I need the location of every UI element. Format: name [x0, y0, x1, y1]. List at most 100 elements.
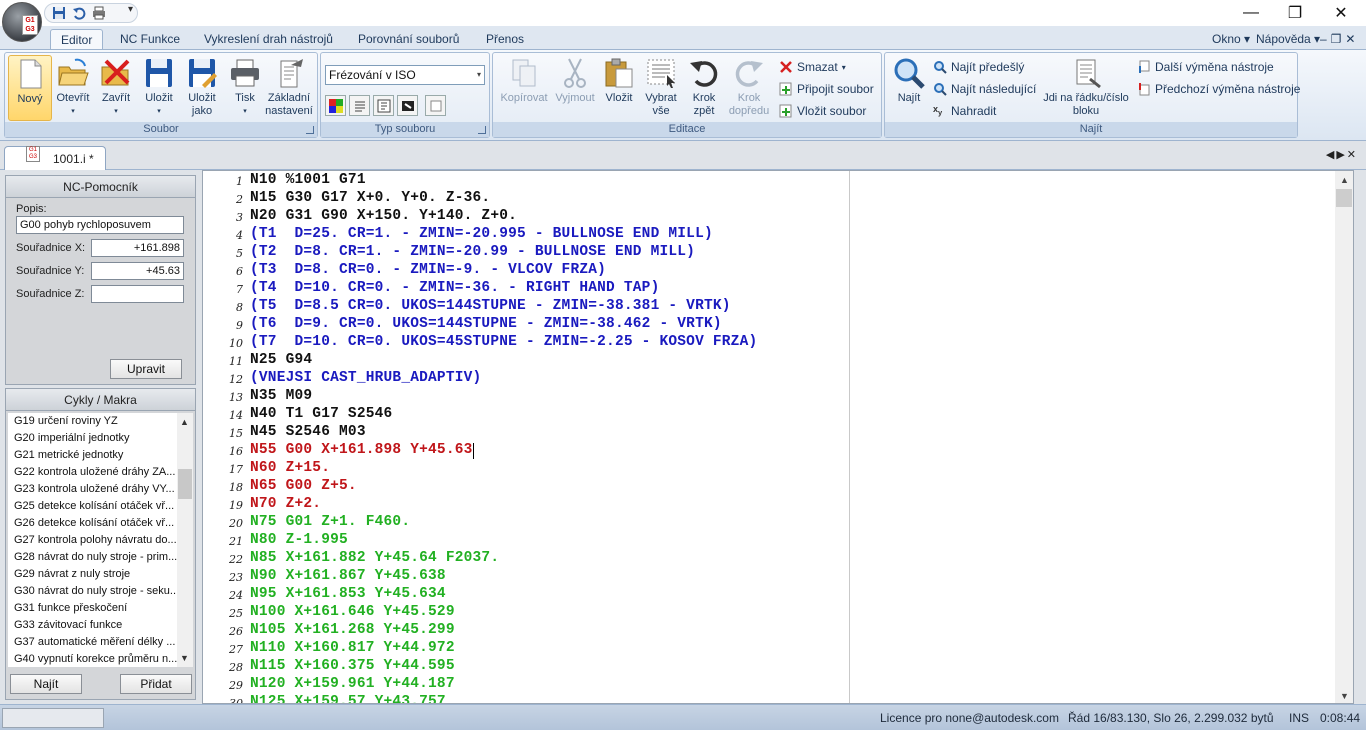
code-line[interactable]: (T1 D=25. CR=1. - ZMIN=-20.995 - BULLNOS…: [250, 226, 713, 242]
najit-nasledujici-button[interactable]: Najít následující: [933, 79, 1036, 99]
najit-makro-button[interactable]: Najít: [10, 674, 82, 694]
application-menu-button[interactable]: G1 G3: [2, 2, 42, 42]
popis-field[interactable]: G00 pohyb rychloposuvem: [16, 216, 184, 234]
krok-dopredu-button[interactable]: Krok dopředu: [725, 55, 773, 121]
okno-menu[interactable]: Okno ▾: [1212, 32, 1250, 46]
najit-predesly-button[interactable]: Najít předešlý: [933, 57, 1024, 77]
code-line[interactable]: N55 G00 X+161.898 Y+45.63: [250, 442, 473, 458]
list-item[interactable]: G21 metrické jednotky: [8, 447, 180, 464]
scroll-down-icon[interactable]: ▼: [180, 653, 189, 663]
settings-icon[interactable]: [425, 95, 446, 116]
list-item[interactable]: G25 detekce kolísání otáček vř...: [8, 498, 180, 515]
predchozi-vymena-button[interactable]: Předchozí výměna nástroje: [1137, 79, 1300, 99]
typ-souboru-dialog-launcher[interactable]: [478, 126, 486, 134]
cycles-list[interactable]: G19 určení roviny YZ G20 imperiální jedn…: [8, 413, 180, 667]
code-line[interactable]: (T5 D=8.5 CR=0. UKOS=144STUPNE - ZMIN=-3…: [250, 298, 731, 314]
list-item[interactable]: G33 závitovací funkce: [8, 617, 180, 634]
machine-icon[interactable]: [397, 95, 418, 116]
code-line[interactable]: N105 X+161.268 Y+45.299: [250, 622, 455, 638]
jdi-na-radku-button[interactable]: Jdi na řádku/číslo bloku: [1039, 55, 1133, 121]
code-line[interactable]: N95 X+161.853 Y+45.634: [250, 586, 446, 602]
x-field[interactable]: +161.898: [91, 239, 184, 257]
dalsi-vymena-button[interactable]: Další výměna nástroje: [1137, 57, 1274, 77]
code-line[interactable]: N75 G01 Z+1. F460.: [250, 514, 410, 530]
napoveda-menu[interactable]: Nápověda ▾: [1256, 32, 1320, 46]
otevrit-button[interactable]: Otevřít ▾: [51, 55, 95, 121]
tab-porovnani[interactable]: Porovnání souborů: [348, 29, 469, 50]
list-item[interactable]: G40 vypnutí korekce průměru n...: [8, 651, 180, 667]
code-line[interactable]: N90 X+161.867 Y+45.638: [250, 568, 446, 584]
editor-scrollbar[interactable]: ▲ ▼: [1335, 171, 1353, 703]
code-line[interactable]: (T3 D=8. CR=0. - ZMIN=-9. - VLCOV FRZA): [250, 262, 606, 278]
code-line[interactable]: N100 X+161.646 Y+45.529: [250, 604, 455, 620]
list-item[interactable]: G26 detekce kolísání otáček vř...: [8, 515, 180, 532]
undo-icon[interactable]: [71, 5, 87, 21]
vlozit-soubor-button[interactable]: Vložit soubor: [779, 101, 866, 121]
code-line[interactable]: (T6 D=9. CR=0. UKOS=144STUPNE - ZMIN=-38…: [250, 316, 722, 332]
list-item[interactable]: G29 návrat z nuly stroje: [8, 566, 180, 583]
code-line[interactable]: (T2 D=8. CR=1. - ZMIN=-20.99 - BULLNOSE …: [250, 244, 695, 260]
pripojit-soubor-button[interactable]: Připojit soubor: [779, 79, 874, 99]
najit-button[interactable]: Najít: [887, 55, 931, 121]
scrollbar-thumb[interactable]: [178, 469, 192, 499]
list-item[interactable]: G20 imperiální jednotky: [8, 430, 180, 447]
print-icon[interactable]: [91, 5, 107, 21]
list-item[interactable]: G27 kontrola polohy návratu do...: [8, 532, 180, 549]
mdi-controls[interactable]: –❐✕: [1320, 32, 1360, 46]
code-editor[interactable]: 1 2 3 4 5 6 7 8 9 10 11 12 13 14 15 16 17 18 19 20 21 22 23 24 2…: [202, 170, 1354, 704]
vlozit-button[interactable]: Vložit: [597, 55, 641, 121]
zavrit-button[interactable]: Zavřít ▾: [94, 55, 138, 121]
tab-nc-funkce[interactable]: NC Funkce: [110, 29, 190, 50]
code-line[interactable]: N10 %1001 G71: [250, 172, 366, 188]
code-line[interactable]: N15 G30 G17 X+0. Y+0. Z-36.: [250, 190, 490, 206]
list-item[interactable]: G23 kontrola uložené dráhy VY...: [8, 481, 180, 498]
code-line[interactable]: N115 X+160.375 Y+44.595: [250, 658, 455, 674]
scrollbar-thumb[interactable]: [1336, 189, 1352, 207]
vybrat-vse-button[interactable]: Vybrat vše: [639, 55, 683, 121]
code-line[interactable]: N125 X+159.57 Y+43.757: [250, 694, 446, 703]
code-line[interactable]: (T4 D=10. CR=0. - ZMIN=-36. - RIGHT HAND…: [250, 280, 659, 296]
scroll-down-icon[interactable]: ▼: [1340, 691, 1349, 701]
code-line[interactable]: N45 S2546 M03: [250, 424, 366, 440]
close-button[interactable]: ✕: [1318, 0, 1364, 26]
customize-toolbar-icon[interactable]: ▾: [128, 4, 133, 15]
code-line[interactable]: N35 M09: [250, 388, 312, 404]
tab-prenos[interactable]: Přenos: [476, 29, 534, 50]
tab-navigation[interactable]: ◀▶✕: [1326, 148, 1358, 161]
ulozit-button[interactable]: Uložit ▾: [137, 55, 181, 121]
list-item[interactable]: G37 automatické měření délky ...: [8, 634, 180, 651]
z-field[interactable]: [91, 285, 184, 303]
ulozit-jako-button[interactable]: Uložit jako: [180, 55, 224, 121]
novy-button[interactable]: Nový: [8, 55, 52, 121]
code-line[interactable]: N65 G00 Z+5.: [250, 478, 357, 494]
cycles-scrollbar[interactable]: ▲ ▼: [177, 413, 193, 667]
code-line[interactable]: N60 Z+15.: [250, 460, 330, 476]
code-line[interactable]: (VNEJSI CAST_HRUB_ADAPTIV): [250, 370, 481, 386]
code-line[interactable]: N25 G94: [250, 352, 312, 368]
format-icon[interactable]: [373, 95, 394, 116]
code-line[interactable]: N85 X+161.882 Y+45.64 F2037.: [250, 550, 499, 566]
scroll-up-icon[interactable]: ▲: [180, 417, 189, 427]
code-line[interactable]: (T7 D=10. CR=0. UKOS=45STUPNE - ZMIN=-2.…: [250, 334, 757, 350]
code-line[interactable]: N110 X+160.817 Y+44.972: [250, 640, 455, 656]
vyjmout-button[interactable]: Vyjmout: [551, 55, 599, 121]
smazat-button[interactable]: Smazat ▾: [779, 57, 846, 77]
list-item[interactable]: G19 určení roviny YZ: [8, 413, 180, 430]
upravit-button[interactable]: Upravit: [110, 359, 182, 379]
code-line[interactable]: N70 Z+2.: [250, 496, 321, 512]
color-code-icon[interactable]: [325, 95, 346, 116]
list-item[interactable]: G30 návrat do nuly stroje - seku...: [8, 583, 180, 600]
code-line[interactable]: N20 G31 G90 X+150. Y+140. Z+0.: [250, 208, 517, 224]
y-field[interactable]: +45.63: [91, 262, 184, 280]
krok-zpet-button[interactable]: Krok zpět: [682, 55, 726, 121]
scroll-up-icon[interactable]: ▲: [1340, 175, 1349, 185]
save-icon[interactable]: [51, 5, 67, 21]
code-line[interactable]: N80 Z-1.995: [250, 532, 348, 548]
nahradit-button[interactable]: xy Nahradit: [933, 101, 996, 121]
tab-vykresleni[interactable]: Vykreslení drah nástrojů: [194, 29, 343, 50]
minimize-button[interactable]: —: [1228, 0, 1274, 26]
soubor-dialog-launcher[interactable]: [306, 126, 314, 134]
code-line[interactable]: N120 X+159.961 Y+44.187: [250, 676, 455, 692]
list-item[interactable]: G22 kontrola uložené dráhy ZA...: [8, 464, 180, 481]
kopirovat-button[interactable]: Kopírovat: [498, 55, 550, 121]
